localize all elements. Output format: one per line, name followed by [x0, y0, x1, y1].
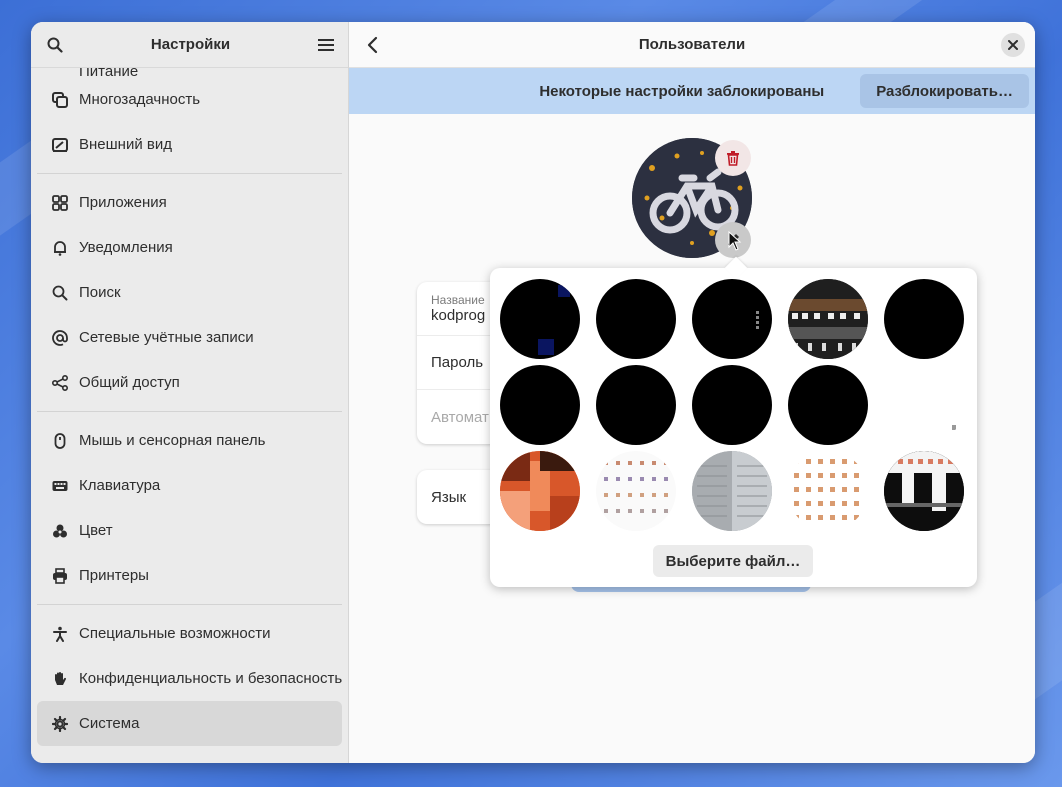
sidebar-item-label: Приложения — [79, 194, 167, 211]
avatar-grid — [500, 279, 964, 531]
sidebar-item-label: Сетевые учётные записи — [79, 329, 254, 346]
trash-icon — [727, 151, 739, 166]
avatar-option[interactable] — [596, 365, 676, 445]
hamburger-menu-icon[interactable] — [316, 35, 336, 55]
avatar-chooser-popover: Выберите файл… — [490, 256, 977, 587]
avatar-option[interactable] — [692, 365, 772, 445]
apps-grid-icon — [51, 194, 69, 212]
sidebar-item-label: Поиск — [79, 284, 121, 301]
sidebar-header: Настройки — [31, 22, 348, 68]
sidebar-item-accessibility[interactable]: Специальные возможности — [31, 611, 348, 656]
sidebar-item-power[interactable]: Питание — [31, 68, 348, 77]
sidebar-item-label: Общий доступ — [79, 374, 180, 391]
keyboard-icon — [51, 477, 69, 495]
close-icon — [1008, 40, 1018, 50]
avatar-option[interactable] — [500, 365, 580, 445]
color-icon — [51, 522, 69, 540]
sidebar-item-color[interactable]: Цвет — [31, 508, 348, 553]
sidebar-item-mouse[interactable]: Мышь и сенсорная панель — [31, 418, 348, 463]
bell-icon — [51, 239, 69, 257]
avatar-option[interactable] — [884, 365, 964, 445]
sidebar-item-label: Мышь и сенсорная панель — [79, 432, 266, 449]
sidebar-item-sharing[interactable]: Общий доступ — [31, 360, 348, 405]
sidebar-item-apps[interactable]: Приложения — [31, 180, 348, 225]
sidebar-item-keyboard[interactable]: Клавиатура — [31, 463, 348, 508]
appearance-icon — [51, 136, 69, 154]
avatar-option[interactable] — [788, 279, 868, 359]
sidebar: Настройки Питание Многозадачность Внешни… — [31, 22, 349, 763]
avatar-option[interactable] — [884, 279, 964, 359]
avatar-option[interactable] — [884, 451, 964, 531]
printer-icon — [51, 567, 69, 585]
sidebar-item-label: Конфиденциальность и безопасность — [79, 670, 343, 687]
sidebar-item-label: Уведомления — [79, 239, 173, 256]
avatar-option[interactable] — [500, 279, 580, 359]
unlock-button[interactable]: Разблокировать… — [860, 74, 1029, 108]
locked-banner-text: Некоторые настройки заблокированы — [539, 82, 825, 100]
avatar-option[interactable] — [692, 279, 772, 359]
edit-avatar-button[interactable] — [715, 222, 751, 258]
avatar-option[interactable] — [788, 451, 868, 531]
sidebar-item-printers[interactable]: Принтеры — [31, 553, 348, 598]
avatar-option[interactable] — [692, 451, 772, 531]
gear-icon — [51, 715, 69, 733]
sidebar-item-label: Внешний вид — [79, 136, 172, 153]
accessibility-icon — [51, 625, 69, 643]
chevron-left-icon — [367, 36, 378, 54]
settings-window: Настройки Питание Многозадачность Внешни… — [31, 22, 1035, 763]
sidebar-list: Питание Многозадачность Внешний вид Прил… — [31, 68, 348, 763]
sidebar-item-label: Цвет — [79, 522, 113, 539]
sidebar-item-online-accounts[interactable]: Сетевые учётные записи — [31, 315, 348, 360]
sidebar-item-privacy[interactable]: Конфиденциальность и безопасность — [31, 656, 348, 701]
sidebar-item-system[interactable]: Система — [37, 701, 342, 746]
main-pane: Пользователи Некоторые настройки заблоки… — [349, 22, 1035, 763]
avatar-option[interactable] — [788, 365, 868, 445]
sidebar-item-label: Клавиатура — [79, 477, 161, 494]
sidebar-item-multitasking[interactable]: Многозадачность — [31, 77, 348, 122]
search-icon[interactable] — [45, 35, 65, 55]
at-sign-icon — [51, 329, 69, 347]
hand-icon — [51, 670, 69, 688]
choose-file-button[interactable]: Выберите файл… — [653, 545, 813, 577]
sidebar-item-search[interactable]: Поиск — [31, 270, 348, 315]
search-icon — [51, 284, 69, 302]
sidebar-item-notifications[interactable]: Уведомления — [31, 225, 348, 270]
mouse-icon — [51, 432, 69, 450]
sidebar-title: Настройки — [150, 36, 231, 53]
sidebar-item-label: Питание — [79, 68, 139, 77]
multitasking-icon — [51, 91, 69, 109]
sidebar-separator — [37, 411, 342, 412]
locked-banner: Некоторые настройки заблокированы Разбло… — [349, 68, 1035, 114]
power-icon — [51, 68, 69, 77]
sidebar-separator — [37, 604, 342, 605]
back-button[interactable] — [363, 35, 383, 55]
sidebar-item-label: Система — [79, 715, 140, 732]
page-title: Пользователи — [638, 36, 746, 53]
close-button[interactable] — [1001, 33, 1025, 57]
main-header: Пользователи — [349, 22, 1035, 68]
popover-arrow — [724, 256, 748, 280]
sidebar-item-label: Специальные возможности — [79, 625, 271, 642]
avatar-option[interactable] — [596, 279, 676, 359]
mouse-cursor-icon — [728, 231, 742, 251]
sidebar-item-label: Принтеры — [79, 567, 149, 584]
sidebar-separator — [37, 173, 342, 174]
sidebar-item-appearance[interactable]: Внешний вид — [31, 122, 348, 167]
avatar-option[interactable] — [500, 451, 580, 531]
share-icon — [51, 374, 69, 392]
sidebar-item-label: Многозадачность — [79, 91, 201, 108]
remove-avatar-button[interactable] — [715, 140, 751, 176]
avatar-option[interactable] — [596, 451, 676, 531]
